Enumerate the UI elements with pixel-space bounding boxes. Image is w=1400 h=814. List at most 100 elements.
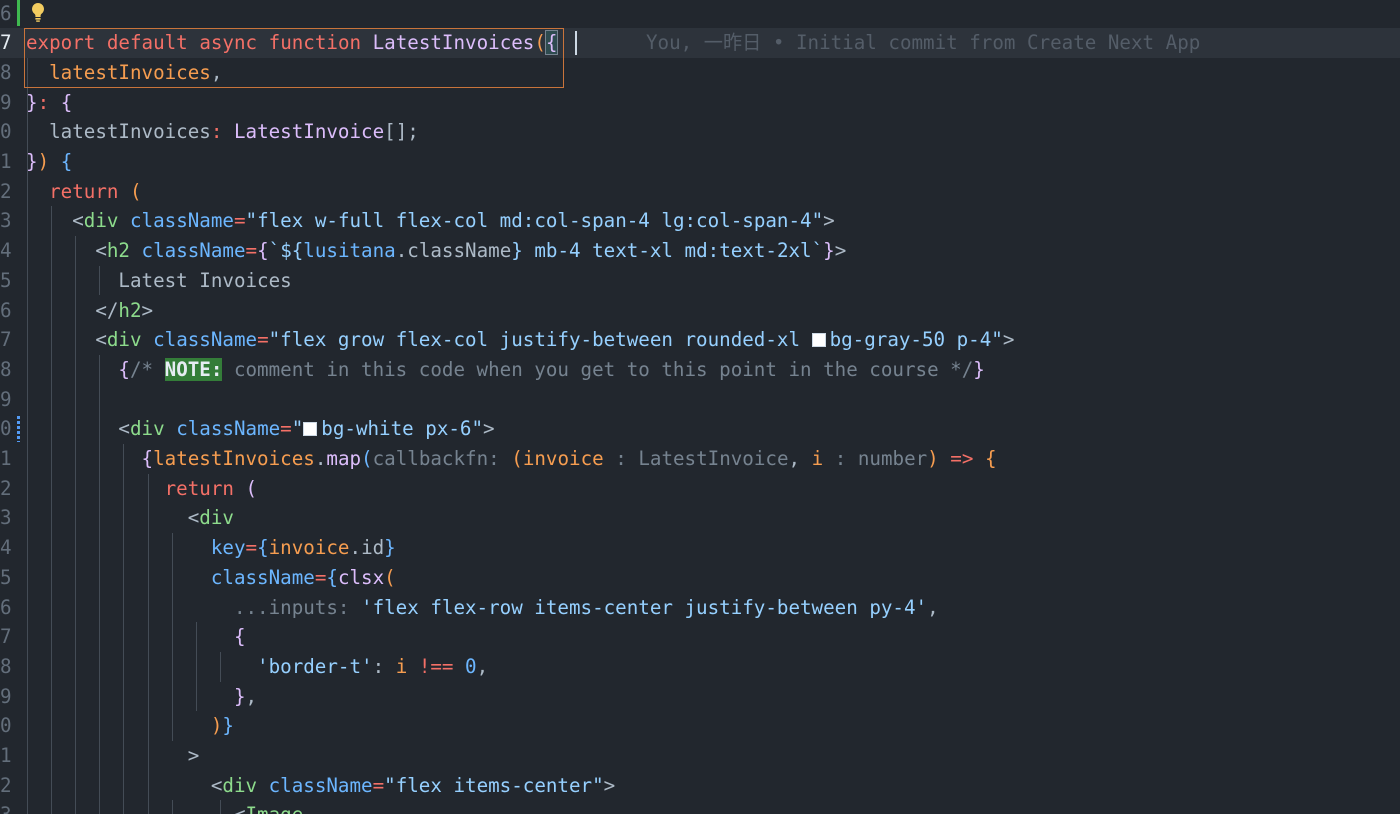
code-line[interactable]: 9 (0, 385, 1400, 415)
code-token: className (141, 239, 246, 263)
code-line[interactable]: 5 className={clsx( (0, 563, 1400, 593)
code-line[interactable]: 3 <div (0, 503, 1400, 533)
code-line[interactable]: 4 key={invoice.id} (0, 533, 1400, 563)
line-number: 7 (0, 31, 12, 55)
code-editor[interactable]: 6 7 export default async function LatestIn… (0, 0, 1400, 814)
code-line[interactable]: 0 latestInvoices: LatestInvoice[]; (0, 117, 1400, 147)
code-token: comment in this code when you get to thi… (222, 357, 974, 381)
code-text: latestInvoices, (26, 58, 222, 88)
code-line[interactable]: 8 {/* NOTE: comment in this code when yo… (0, 355, 1400, 385)
note-tag: NOTE: (164, 357, 223, 381)
code-token: LatestInvoice (638, 447, 789, 470)
code-line[interactable]: 6 (0, 0, 1400, 28)
code-line[interactable]: 4 <h2 className={`${lusitana.className} … (0, 236, 1400, 266)
code-token: mb-4 text-xl md:text-2xl` (522, 239, 824, 263)
code-token: < (72, 209, 84, 233)
lightbulb-icon[interactable] (28, 0, 48, 24)
code-line[interactable]: 6 </h2> (0, 296, 1400, 326)
code-token: > (141, 298, 154, 322)
code-line[interactable]: 3 <div className="flex w-full flex-col m… (0, 206, 1400, 236)
code-line[interactable]: 9}: { (0, 88, 1400, 118)
code-line[interactable]: 1 > (0, 741, 1400, 771)
indent-guide (99, 265, 101, 296)
code-token: = (257, 328, 269, 352)
line-number: 4 (0, 536, 12, 560)
code-token: { (141, 447, 154, 470)
code-token: className (153, 328, 258, 352)
code-token: async (199, 31, 258, 55)
code-line[interactable]: 2 <div className="flex items-center"> (0, 771, 1400, 801)
code-token: className (176, 417, 281, 441)
code-token: > (483, 417, 495, 441)
code-token: latestInvoices (49, 120, 211, 144)
code-text: latestInvoices: LatestInvoice[]; (26, 117, 419, 147)
code-line[interactable]: 5 Latest Invoices (0, 266, 1400, 296)
code-token: 0 (465, 654, 477, 678)
code-token: } (823, 239, 835, 263)
code-token: < (234, 803, 246, 814)
git-blame-annotation[interactable]: You, 一昨日 • Initial commit from Create Ne… (646, 28, 1200, 58)
code-line[interactable]: 8 'border-t': i !== 0, (0, 652, 1400, 682)
code-token: div (199, 506, 234, 530)
code-text: {latestInvoices.map(callbackfn: (invoice… (26, 444, 997, 474)
code-token: i (395, 654, 408, 678)
code-token: ) (927, 447, 939, 470)
code-line[interactable]: 7 <div className="flex grow flex-col jus… (0, 325, 1400, 355)
code-line[interactable]: 8 latestInvoices, (0, 58, 1400, 88)
code-line[interactable]: 3 <Image (0, 800, 1400, 814)
git-modified-marker[interactable] (17, 416, 20, 443)
code-line[interactable]: 2 return ( (0, 474, 1400, 504)
line-number: 5 (0, 268, 12, 292)
code-line[interactable]: 1}) { (0, 147, 1400, 177)
code-token: invoice (268, 536, 350, 560)
code-token: Image (246, 803, 304, 814)
git-added-marker[interactable] (17, 0, 20, 26)
code-text: <h2 className={`${lusitana.className} mb… (26, 236, 846, 266)
code-token: h2 (118, 298, 142, 322)
line-number: 3 (0, 506, 12, 530)
code-line[interactable]: 7 export default async function LatestInv… (0, 28, 1400, 58)
code-text: className={clsx( (26, 563, 396, 593)
color-swatch-icon (303, 422, 318, 437)
line-number: 0 (0, 714, 12, 738)
code-token: { (326, 565, 338, 589)
code-line[interactable]: 2 return ( (0, 177, 1400, 207)
code-token: className (407, 239, 512, 263)
indent-guide (171, 533, 173, 741)
code-token: { (118, 357, 130, 381)
code-token: { (257, 239, 269, 263)
code-line[interactable]: 0 <div className=" bg-white px-6"> (0, 414, 1400, 444)
code-text: key={invoice.id} (26, 533, 396, 563)
code-token: => (950, 447, 974, 470)
code-line[interactable]: 7 { (0, 622, 1400, 652)
line-number: 2 (0, 773, 12, 797)
code-text: ...inputs: 'flex flex-row items-center j… (26, 593, 939, 623)
code-token: = (245, 239, 258, 263)
code-line[interactable]: 0 )} (0, 711, 1400, 741)
code-token: , (788, 447, 812, 470)
code-token: < (187, 506, 200, 530)
code-token: latestInvoices (153, 447, 315, 470)
code-token: "flex grow flex-col justify-between roun… (268, 328, 812, 352)
code-line[interactable]: 6 ...inputs: 'flex flex-row items-center… (0, 593, 1400, 623)
indent-guide (51, 206, 53, 814)
code-token: ( (511, 447, 523, 470)
code-line[interactable]: 9 }, (0, 682, 1400, 712)
line-number: 8 (0, 357, 12, 381)
code-token: div (106, 328, 142, 352)
code-token: ( (384, 565, 396, 589)
code-line[interactable]: 1 {latestInvoices.map(callbackfn: (invoi… (0, 444, 1400, 474)
